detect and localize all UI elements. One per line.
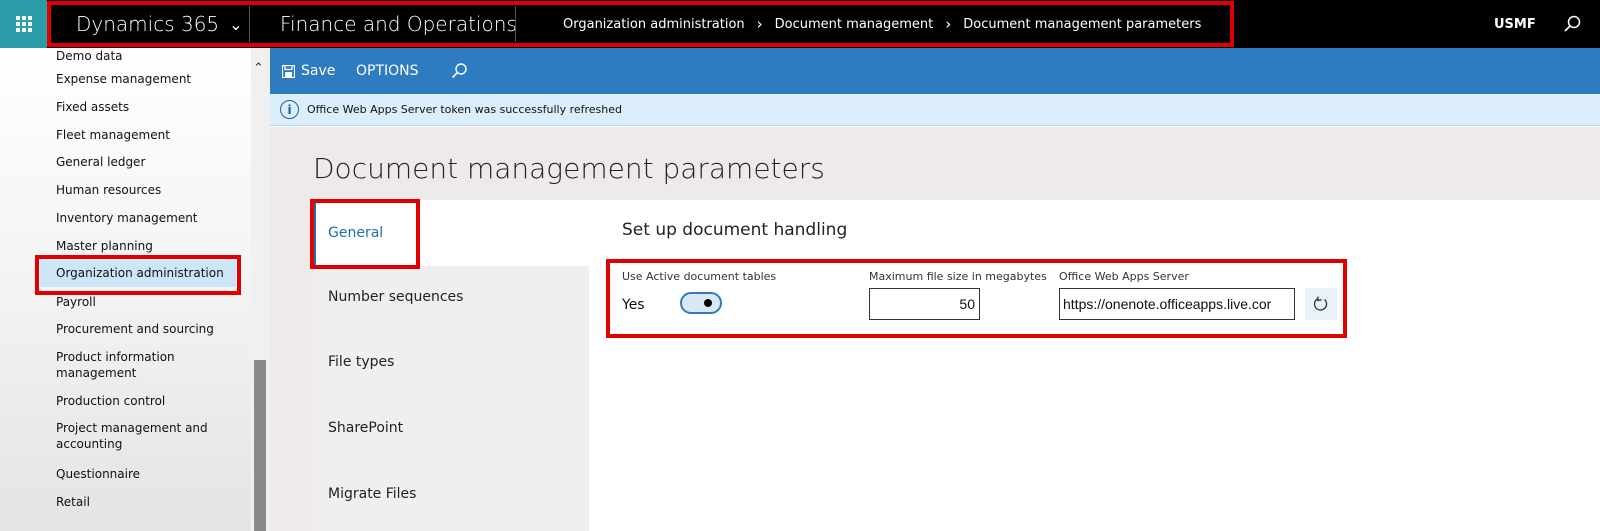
- info-icon: i: [280, 100, 299, 119]
- active-tables-label: Use Active document tables: [622, 270, 777, 283]
- refresh-token-button[interactable]: [1305, 288, 1337, 320]
- tab-migrate-files[interactable]: Migrate Files: [313, 462, 589, 526]
- refresh-icon: [1313, 296, 1328, 311]
- nav-item[interactable]: Master planning: [56, 238, 153, 254]
- nav-item[interactable]: Procurement and sourcing: [56, 321, 214, 337]
- chevron-down-icon: ⌄: [229, 14, 243, 34]
- nav-item[interactable]: Product information management: [56, 349, 236, 381]
- waffle-grid-icon: [15, 16, 32, 32]
- module-navigation-pane: Demo data Expense management Fixed asset…: [0, 48, 257, 531]
- nav-item[interactable]: Project management and accounting: [56, 420, 236, 452]
- nav-item[interactable]: Fleet management: [56, 127, 170, 143]
- active-tables-value: Yes: [622, 297, 645, 313]
- save-button[interactable]: Save: [282, 48, 335, 94]
- nav-item[interactable]: Fixed assets: [56, 99, 129, 115]
- chevron-up-icon[interactable]: ⌃: [253, 61, 264, 76]
- nav-item[interactable]: Questionnaire: [56, 466, 140, 482]
- top-navigation-bar: Dynamics 365 ⌄ Finance and Operations Or…: [0, 0, 1600, 48]
- scrollbar-thumb[interactable]: [254, 360, 266, 531]
- options-tab[interactable]: OPTIONS: [356, 48, 419, 94]
- web-apps-server-input[interactable]: [1059, 288, 1295, 320]
- message-text: Office Web Apps Server token was success…: [307, 103, 623, 116]
- web-apps-server-label: Office Web Apps Server: [1059, 270, 1189, 283]
- chevron-right-icon: ›: [945, 15, 952, 33]
- page-title: Document management parameters: [313, 152, 825, 185]
- breadcrumb-item[interactable]: Document management parameters: [963, 17, 1201, 32]
- section-title: Set up document handling: [622, 220, 848, 240]
- nav-item-organization-administration[interactable]: Organization administration: [40, 259, 236, 287]
- topbar-divider: [249, 6, 250, 42]
- save-label: Save: [301, 63, 336, 79]
- nav-item[interactable]: Demo data: [56, 48, 123, 60]
- breadcrumb: Organization administration › Document m…: [563, 0, 1201, 48]
- product-switcher[interactable]: Dynamics 365 ⌄: [76, 0, 243, 48]
- nav-item[interactable]: General ledger: [56, 154, 145, 170]
- app-name: Finance and Operations: [280, 12, 517, 36]
- nav-item[interactable]: Human resources: [56, 182, 161, 198]
- tab-number-sequences[interactable]: Number sequences: [313, 266, 589, 328]
- active-tables-toggle[interactable]: [680, 292, 722, 314]
- nav-item[interactable]: Inventory management: [56, 210, 198, 226]
- tab-general[interactable]: General: [313, 200, 589, 266]
- nav-item[interactable]: Payroll: [56, 294, 96, 310]
- topbar-divider: [515, 6, 516, 42]
- save-icon: [282, 64, 295, 78]
- action-pane: Save OPTIONS: [270, 48, 1600, 94]
- breadcrumb-item[interactable]: Organization administration: [563, 17, 745, 32]
- chevron-right-icon: ›: [756, 15, 763, 33]
- info-message-bar: i Office Web Apps Server token was succe…: [270, 94, 1600, 126]
- max-file-size-label: Maximum file size in megabytes: [869, 270, 1047, 283]
- nav-item[interactable]: Retail: [56, 494, 90, 510]
- app-launcher-button[interactable]: [0, 0, 47, 48]
- search-icon[interactable]: [450, 62, 468, 80]
- toggle-knob: [704, 299, 712, 307]
- breadcrumb-item[interactable]: Document management: [775, 17, 934, 32]
- product-name: Dynamics 365: [76, 12, 220, 36]
- tab-content-panel: [589, 200, 1600, 531]
- max-file-size-input[interactable]: [869, 288, 980, 320]
- nav-item[interactable]: Production control: [56, 393, 165, 409]
- nav-item[interactable]: Expense management: [56, 71, 191, 87]
- tab-file-types[interactable]: File types: [313, 330, 589, 394]
- tab-sharepoint[interactable]: SharePoint: [313, 396, 589, 460]
- search-icon[interactable]: [1562, 14, 1582, 34]
- company-picker[interactable]: USMF: [1494, 0, 1536, 48]
